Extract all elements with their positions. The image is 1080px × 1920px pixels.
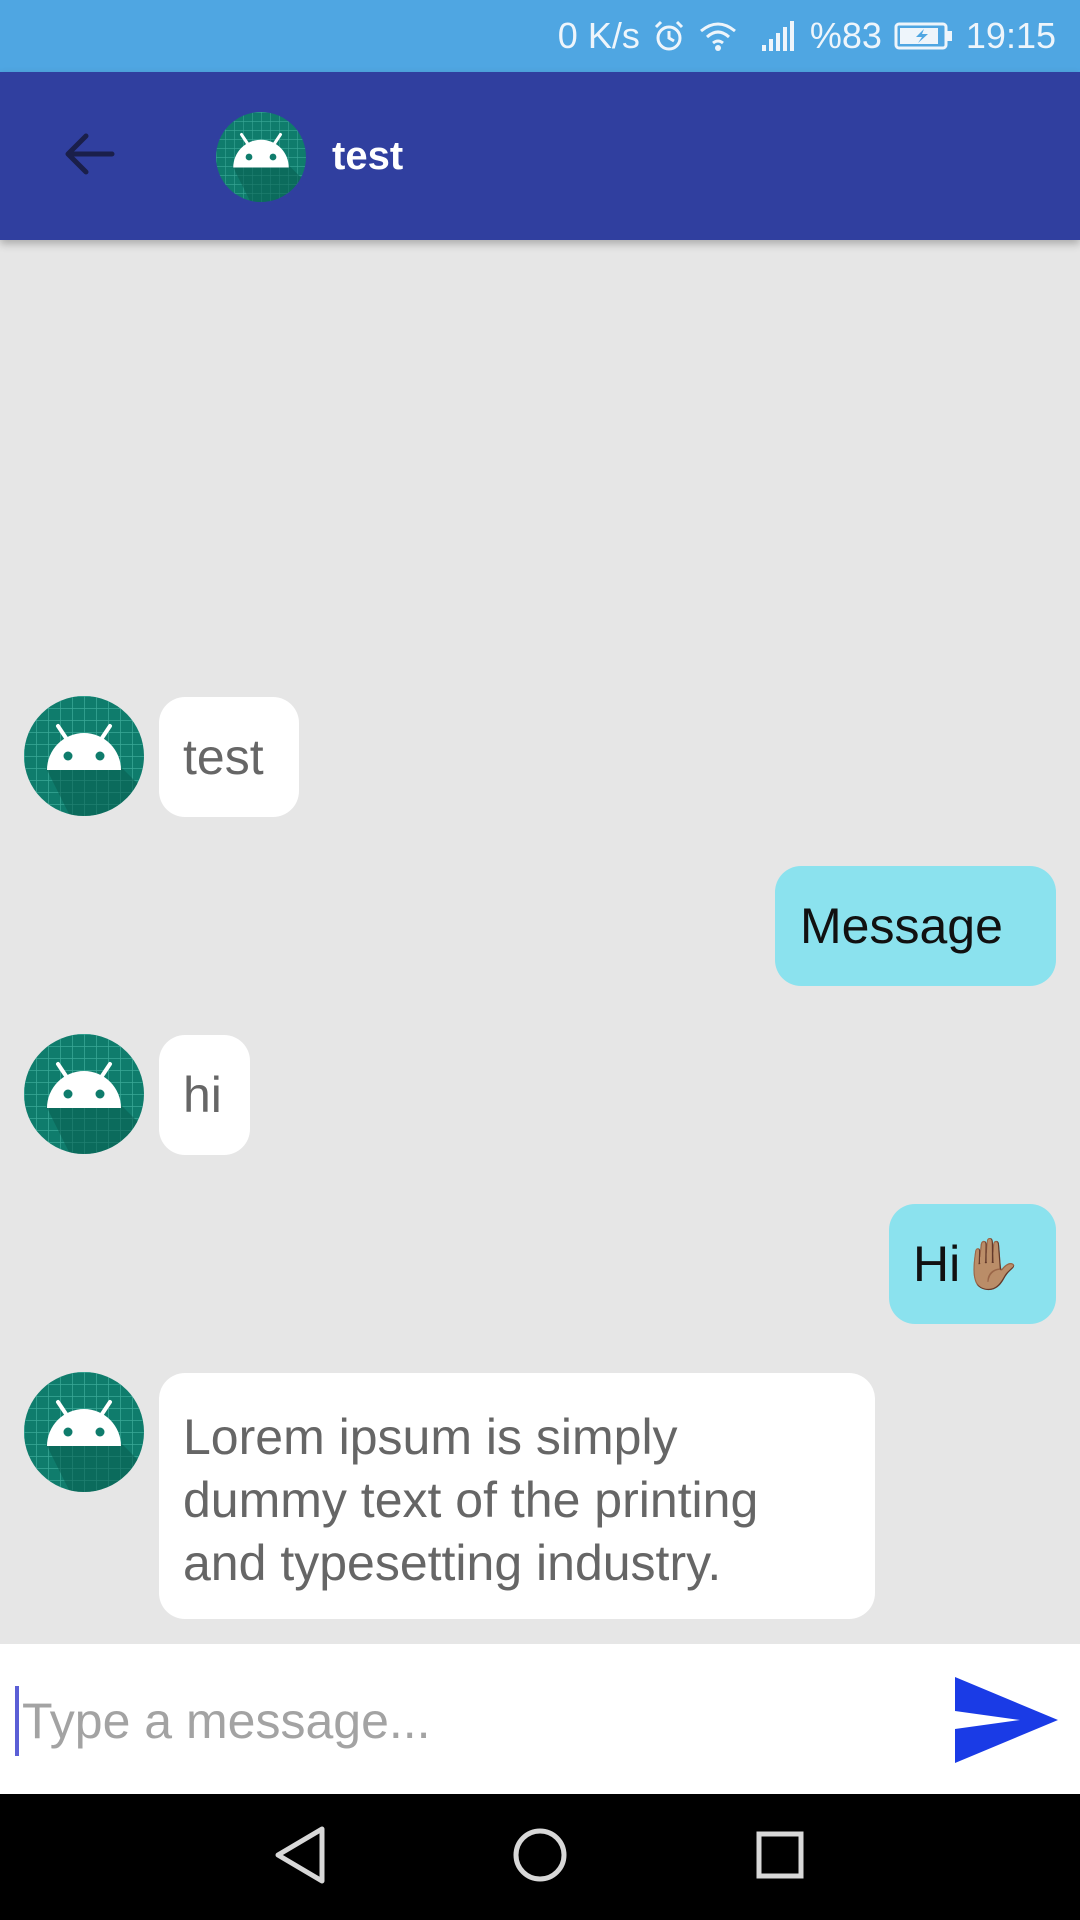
contact-avatar[interactable] [24,696,144,816]
send-button[interactable] [950,1674,1062,1766]
signal-icon [760,19,798,53]
header-avatar[interactable] [216,112,306,202]
arrow-left-icon [60,130,116,183]
net-speed: 0 K/s [557,15,640,56]
nav-back-icon [272,1825,328,1890]
nav-home-icon [512,1827,568,1888]
contact-avatar[interactable] [24,1372,144,1492]
app-bar: test [0,72,1080,240]
status-bar: 0 K/s %83 19:15 [0,0,1080,72]
battery-level: %83 [809,15,882,56]
contact-avatar[interactable] [24,1034,144,1154]
text-cursor [15,1686,19,1756]
nav-back-button[interactable] [260,1817,340,1897]
battery-charging-icon [894,21,954,51]
system-nav-bar [0,1794,1080,1920]
incoming-message-bubble[interactable]: test [159,697,299,817]
incoming-message-bubble[interactable]: Lorem ipsum is simply dummy text of the … [159,1373,875,1619]
nav-recents-icon [755,1830,805,1885]
nav-home-button[interactable] [500,1817,580,1897]
message-input[interactable] [20,1674,904,1768]
alarm-icon [652,19,686,53]
back-button[interactable] [40,108,136,204]
nav-recents-button[interactable] [740,1817,820,1897]
chat-title: test [332,134,404,178]
outgoing-message-bubble[interactable]: Hi✋🏽 [889,1204,1056,1324]
outgoing-message-bubble[interactable]: Message [775,866,1056,986]
wifi-icon [698,19,738,53]
clock: 19:15 [965,15,1056,56]
message-composer [0,1644,1080,1794]
send-icon [950,1677,1062,1770]
incoming-message-bubble[interactable]: hi [159,1035,250,1155]
